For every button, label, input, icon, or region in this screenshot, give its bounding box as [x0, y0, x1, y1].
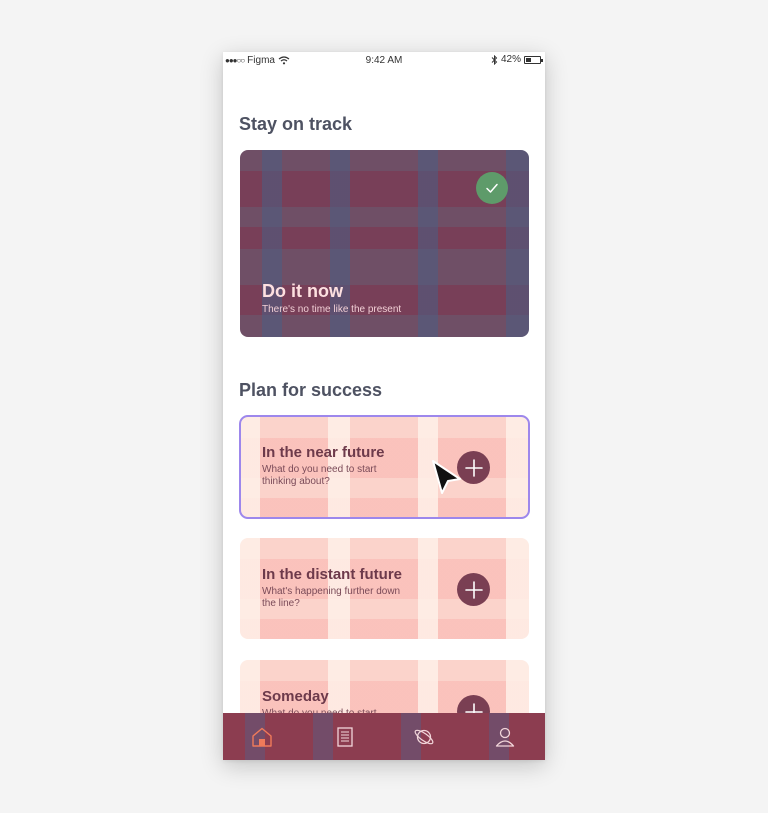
- home-icon: [252, 727, 272, 747]
- section-heading-stay-on-track: Stay on track: [239, 114, 353, 134]
- card-subtitle: What do you need to start thinking about…: [262, 464, 377, 487]
- bluetooth-icon: [491, 54, 498, 65]
- tab-profile[interactable]: [493, 725, 517, 749]
- planet-icon: [414, 729, 434, 745]
- card-near-future[interactable]: In the near future What do you need to s…: [239, 415, 530, 519]
- phone-frame: ●●●○○ Figma 9:42 AM 42% Stay on track Do…: [223, 52, 545, 760]
- card-subtitle: There's no time like the present: [262, 304, 402, 315]
- card-title: Do it now: [262, 281, 343, 301]
- section-heading-plan-for-success: Plan for success: [239, 380, 383, 400]
- plus-icon: [464, 580, 483, 599]
- tab-home[interactable]: [250, 725, 274, 749]
- mouse-cursor-icon: [432, 460, 461, 494]
- card-title: In the distant future: [262, 566, 402, 583]
- card-distant-future[interactable]: In the distant future What's happening f…: [240, 538, 529, 639]
- tab-list[interactable]: [333, 725, 357, 749]
- card-do-it-now[interactable]: Do it now There's no time like the prese…: [240, 150, 529, 337]
- tab-bar: [223, 713, 545, 760]
- battery-percent: 42%: [500, 54, 521, 65]
- checkmark-icon: [486, 183, 498, 193]
- profile-icon: [495, 727, 515, 747]
- plus-icon: [464, 458, 483, 477]
- card-title: In the near future: [262, 444, 385, 461]
- card-title: Someday: [262, 688, 329, 705]
- status-right: 42%: [491, 54, 543, 65]
- add-distant-future-button[interactable]: [457, 573, 490, 606]
- battery-fill: [526, 57, 531, 62]
- tab-explore[interactable]: [412, 725, 436, 749]
- status-bar: ●●●○○ Figma 9:42 AM 42%: [223, 52, 545, 70]
- completed-badge[interactable]: [476, 172, 508, 204]
- battery-icon: [524, 55, 543, 64]
- card-subtitle: What's happening further down the line?: [262, 586, 401, 609]
- list-icon: [337, 727, 353, 747]
